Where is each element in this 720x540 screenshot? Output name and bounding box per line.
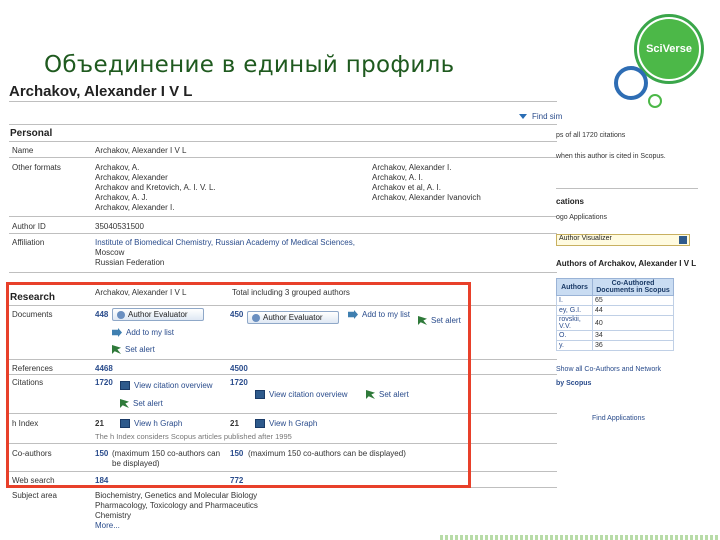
co-authors-table: Authors Co-Authored Documents in Scopus … <box>556 278 674 351</box>
chevron-down-icon <box>679 236 687 244</box>
other-formats-label: Other formats <box>12 163 61 172</box>
divider <box>9 141 557 142</box>
author-id-value: 35040531500 <box>95 222 144 231</box>
divider <box>9 233 557 234</box>
highlight-frame <box>6 282 471 488</box>
co-author-count: 34 <box>592 330 674 341</box>
name-value: Archakov, Alexander I V L <box>95 146 187 155</box>
co-author-name[interactable]: I. <box>556 295 594 306</box>
divider <box>9 101 557 102</box>
co-author-name[interactable]: ey, G.I. <box>556 305 594 316</box>
affiliation-country: Russian Federation <box>95 258 165 267</box>
right-panel: ps of all 1720 citations when this autho… <box>556 100 698 540</box>
other-format-item: Archakov, Alexander Ivanovich <box>372 193 481 202</box>
sciverse-logo: SciVerse <box>639 19 699 79</box>
other-format-item: Archakov, A. J. <box>95 193 148 202</box>
divider <box>9 124 557 125</box>
show-all-co-authors-link[interactable]: Show all Co-Authors and Network <box>556 366 661 373</box>
divider <box>9 272 557 273</box>
affiliation-link[interactable]: Institute of Biomedical Chemistry, Russi… <box>95 238 355 247</box>
other-format-item: Archakov, Alexander <box>95 173 168 182</box>
application-select[interactable]: Author Visualizer <box>556 234 690 246</box>
co-author-count: 40 <box>592 315 674 331</box>
co-author-count: 44 <box>592 305 674 316</box>
author-id-label: Author ID <box>12 222 46 231</box>
citations-graph-link[interactable]: ps of all 1720 citations <box>556 132 625 139</box>
other-format-item: Archakov, Alexander I. <box>95 203 175 212</box>
subject-area-item: Biochemistry, Genetics and Molecular Bio… <box>95 491 258 500</box>
subject-area-item: Pharmacology, Toxicology and Pharmaceuti… <box>95 501 258 510</box>
table-header: Co-Authored Documents in Scopus <box>592 278 674 296</box>
applications-link[interactable]: ogo Applications <box>556 214 607 221</box>
subject-area-more-link[interactable]: More... <box>95 521 120 530</box>
other-format-item: Archakov, A. I. <box>372 173 423 182</box>
personal-heading: Personal <box>10 128 53 139</box>
other-format-item: Archakov, A. <box>95 163 140 172</box>
decor-blue-circle <box>614 66 648 100</box>
subject-area-item: Chemistry <box>95 511 132 520</box>
other-format-item: Archakov et al, A. I. <box>372 183 441 192</box>
co-authors-heading: Authors of Archakov, Alexander I V L <box>556 259 697 268</box>
author-heading: Archakov, Alexander I V L <box>9 83 193 100</box>
scopus-credit: by Scopus <box>556 380 592 387</box>
table-row: rovskii, V.V. 40 <box>556 315 674 331</box>
co-author-name[interactable]: y. <box>556 340 594 351</box>
table-row: I. 65 <box>556 295 674 306</box>
table-row: ey, G.I. 44 <box>556 305 674 316</box>
co-author-count: 36 <box>592 340 674 351</box>
slide-title: Объединение в единый профиль <box>44 52 455 78</box>
chevron-down-icon <box>519 114 527 119</box>
cited-info-text: when this author is cited in Scopus. <box>556 153 666 160</box>
affiliation-label: Affiliation <box>12 238 45 247</box>
other-format-item: Archakov and Kretovich, A. I. V. L. <box>95 183 216 192</box>
table-header: Authors <box>556 278 594 296</box>
co-author-name[interactable]: rovskii, V.V. <box>556 315 594 331</box>
divider <box>9 157 557 158</box>
find-applications-link[interactable]: Find Applications <box>592 415 645 422</box>
table-row: y. 36 <box>556 340 674 351</box>
divider <box>556 188 698 189</box>
other-format-item: Archakov, Alexander I. <box>372 163 452 172</box>
name-label: Name <box>12 146 34 155</box>
divider <box>9 216 557 217</box>
co-author-count: 65 <box>592 295 674 306</box>
table-row: O. 34 <box>556 330 674 341</box>
co-author-name[interactable]: O. <box>556 330 594 341</box>
applications-heading: cations <box>556 197 585 206</box>
subject-area-label: Subject area <box>12 491 57 500</box>
affiliation-city: Moscow <box>95 248 125 257</box>
